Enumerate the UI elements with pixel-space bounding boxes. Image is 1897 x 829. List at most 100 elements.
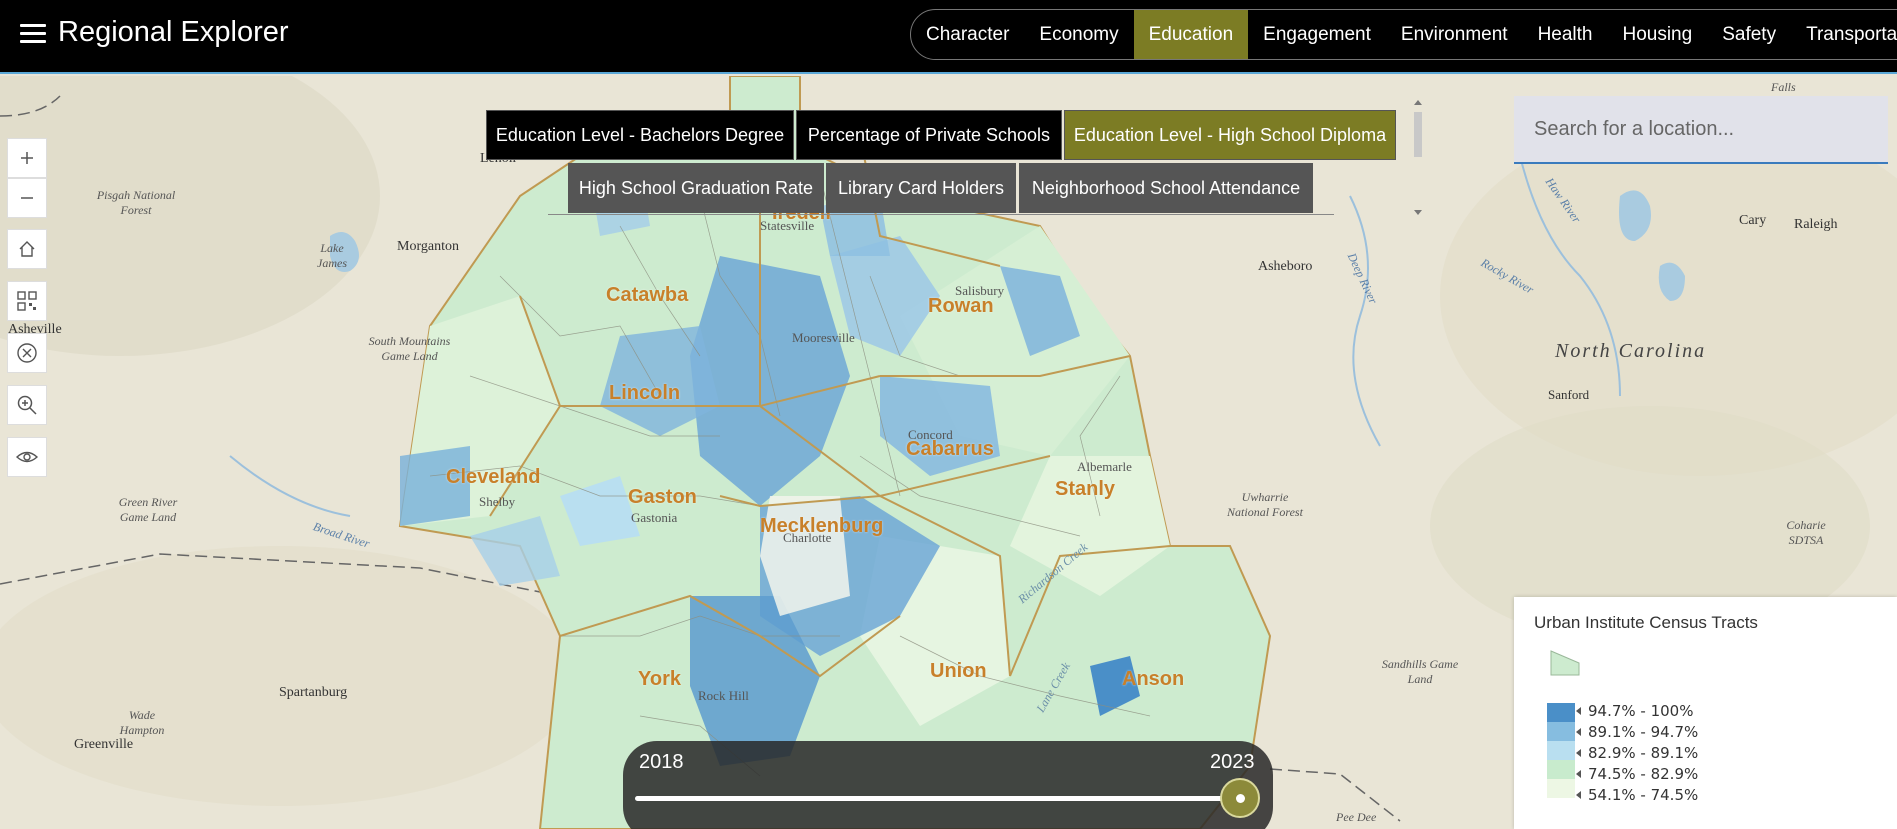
- layer-scrollbar[interactable]: [1411, 100, 1425, 215]
- time-slider-panel: 2018 2023: [623, 741, 1273, 829]
- place-rock-hill: Rock Hill: [698, 688, 749, 703]
- legend-arrow-icon: [1576, 707, 1581, 715]
- place-shelby: Shelby: [479, 494, 516, 509]
- feature-uwharrie: Uwharrie National Forest: [1227, 490, 1303, 519]
- county-gaston: Gaston: [628, 486, 697, 508]
- county-mecklenburg: Mecklenburg: [760, 515, 884, 537]
- feature-green-river: Green River Game Land: [118, 495, 178, 524]
- county-catawba: Catawba: [606, 284, 689, 306]
- legend-swatch: [1547, 703, 1575, 722]
- nav-economy[interactable]: Economy: [1024, 10, 1133, 59]
- magnify-plus-icon: [17, 395, 37, 415]
- feature-lake-james: Lake James: [317, 241, 347, 270]
- feature-sandhills: Sandhills Game Land: [1381, 657, 1459, 686]
- legend-swatch: [1547, 779, 1575, 798]
- menu-icon[interactable]: [20, 24, 46, 44]
- legend-panel: Urban Institute Census Tracts 94.7% - 10…: [1514, 597, 1897, 829]
- plus-icon: [21, 152, 33, 164]
- county-cabarrus: Cabarrus: [906, 438, 994, 460]
- county-rowan: Rowan: [928, 295, 994, 317]
- nav-education[interactable]: Education: [1133, 10, 1249, 59]
- county-lincoln: Lincoln: [609, 382, 681, 404]
- app-header: Regional Explorer Character Economy Educat…: [0, 0, 1897, 74]
- slider-end-label: 2023: [1210, 751, 1255, 773]
- layer-library-card-holders[interactable]: Library Card Holders: [826, 163, 1016, 213]
- county-anson: Anson: [1122, 668, 1185, 690]
- legend-arrow-icon: [1576, 791, 1581, 799]
- place-asheboro: Asheboro: [1258, 259, 1313, 274]
- layer-divider: [548, 214, 1334, 215]
- clear-button[interactable]: [7, 333, 47, 373]
- layer-neighborhood-school-attendance[interactable]: Neighborhood School Attendance: [1019, 163, 1313, 213]
- eye-icon: [15, 451, 39, 463]
- feature-coharie: Coharie SDTSA: [1786, 518, 1826, 547]
- legend-arrow-icon: [1576, 728, 1581, 736]
- minus-icon: [21, 197, 33, 199]
- feature-pisgah: Pisgah National Forest: [96, 188, 176, 217]
- layer-selector: Education Level - Bachelors Degree Perce…: [478, 95, 1428, 215]
- home-icon: [19, 241, 35, 257]
- legend-class-row: 54.1% - 74.5%: [1576, 786, 1698, 804]
- place-pee-dee: Pee Dee: [1336, 810, 1377, 824]
- feature-south-mountains: South Mountains Game Land: [368, 334, 451, 363]
- place-greenville: Greenville: [74, 737, 134, 752]
- feature-wade-hampton: Wade Hampton: [119, 708, 165, 737]
- qr-button[interactable]: [7, 281, 47, 321]
- nav-housing[interactable]: Housing: [1607, 10, 1707, 59]
- zoom-select-button[interactable]: [7, 385, 47, 425]
- nav-health[interactable]: Health: [1523, 10, 1608, 59]
- legend-class-row: 94.7% - 100%: [1576, 702, 1693, 720]
- place-gastonia: Gastonia: [631, 510, 678, 525]
- nav-environment[interactable]: Environment: [1386, 10, 1523, 59]
- home-button[interactable]: [7, 229, 47, 269]
- zoom-out-button[interactable]: [7, 178, 47, 218]
- location-search: [1514, 96, 1888, 164]
- nav-safety[interactable]: Safety: [1707, 10, 1791, 59]
- visibility-button[interactable]: [7, 437, 47, 477]
- county-stanly: Stanly: [1055, 478, 1116, 500]
- legend-ramp: [1547, 703, 1575, 798]
- place-falls: Falls: [1771, 80, 1796, 94]
- county-cleveland: Cleveland: [446, 466, 541, 488]
- legend-class-row: 89.1% - 94.7%: [1576, 723, 1698, 741]
- legend-class-label: 74.5% - 82.9%: [1588, 765, 1699, 783]
- slider-track[interactable]: [635, 796, 1235, 801]
- nav-character[interactable]: Character: [911, 10, 1024, 59]
- zoom-in-button[interactable]: [7, 138, 47, 178]
- layer-high-school-diploma[interactable]: Education Level - High School Diploma: [1064, 110, 1396, 160]
- legend-class-label: 54.1% - 74.5%: [1588, 786, 1699, 804]
- state-label-nc: North Carolina: [1555, 340, 1707, 362]
- place-raleigh: Raleigh: [1794, 217, 1838, 232]
- slider-start-label: 2018: [639, 751, 684, 773]
- place-morganton: Morganton: [397, 239, 459, 254]
- legend-swatch: [1547, 760, 1575, 779]
- place-albemarle: Albemarle: [1077, 459, 1132, 474]
- topic-nav: Character Economy Education Engagement Envir…: [910, 9, 1897, 60]
- legend-polygon-icon: [1550, 650, 1580, 676]
- legend-arrow-icon: [1576, 770, 1581, 778]
- layer-private-schools[interactable]: Percentage of Private Schools: [796, 110, 1062, 160]
- legend-arrow-icon: [1576, 749, 1581, 757]
- legend-class-row: 82.9% - 89.1%: [1576, 744, 1698, 762]
- legend-swatch: [1547, 722, 1575, 741]
- place-spartanburg: Spartanburg: [279, 685, 348, 700]
- place-mooresville: Mooresville: [792, 330, 855, 345]
- county-york: York: [638, 668, 681, 690]
- legend-class-label: 94.7% - 100%: [1588, 702, 1694, 720]
- layer-graduation-rate[interactable]: High School Graduation Rate: [568, 163, 824, 213]
- legend-class-row: 74.5% - 82.9%: [1576, 765, 1698, 783]
- place-sanford: Sanford: [1548, 387, 1590, 402]
- qr-icon: [17, 291, 37, 311]
- slider-thumb[interactable]: [1220, 778, 1260, 818]
- close-circle-icon: [17, 343, 37, 363]
- search-input[interactable]: [1514, 96, 1888, 162]
- nav-engagement[interactable]: Engagement: [1248, 10, 1386, 59]
- nav-transportation[interactable]: Transportation: [1791, 10, 1897, 59]
- legend-class-label: 89.1% - 94.7%: [1588, 723, 1699, 741]
- layer-bachelors-degree[interactable]: Education Level - Bachelors Degree: [486, 110, 794, 160]
- place-cary: Cary: [1739, 213, 1767, 228]
- legend-class-label: 82.9% - 89.1%: [1588, 744, 1699, 762]
- app-title: Regional Explorer: [58, 16, 289, 48]
- legend-title: Urban Institute Census Tracts: [1534, 613, 1758, 632]
- legend-swatch: [1547, 741, 1575, 760]
